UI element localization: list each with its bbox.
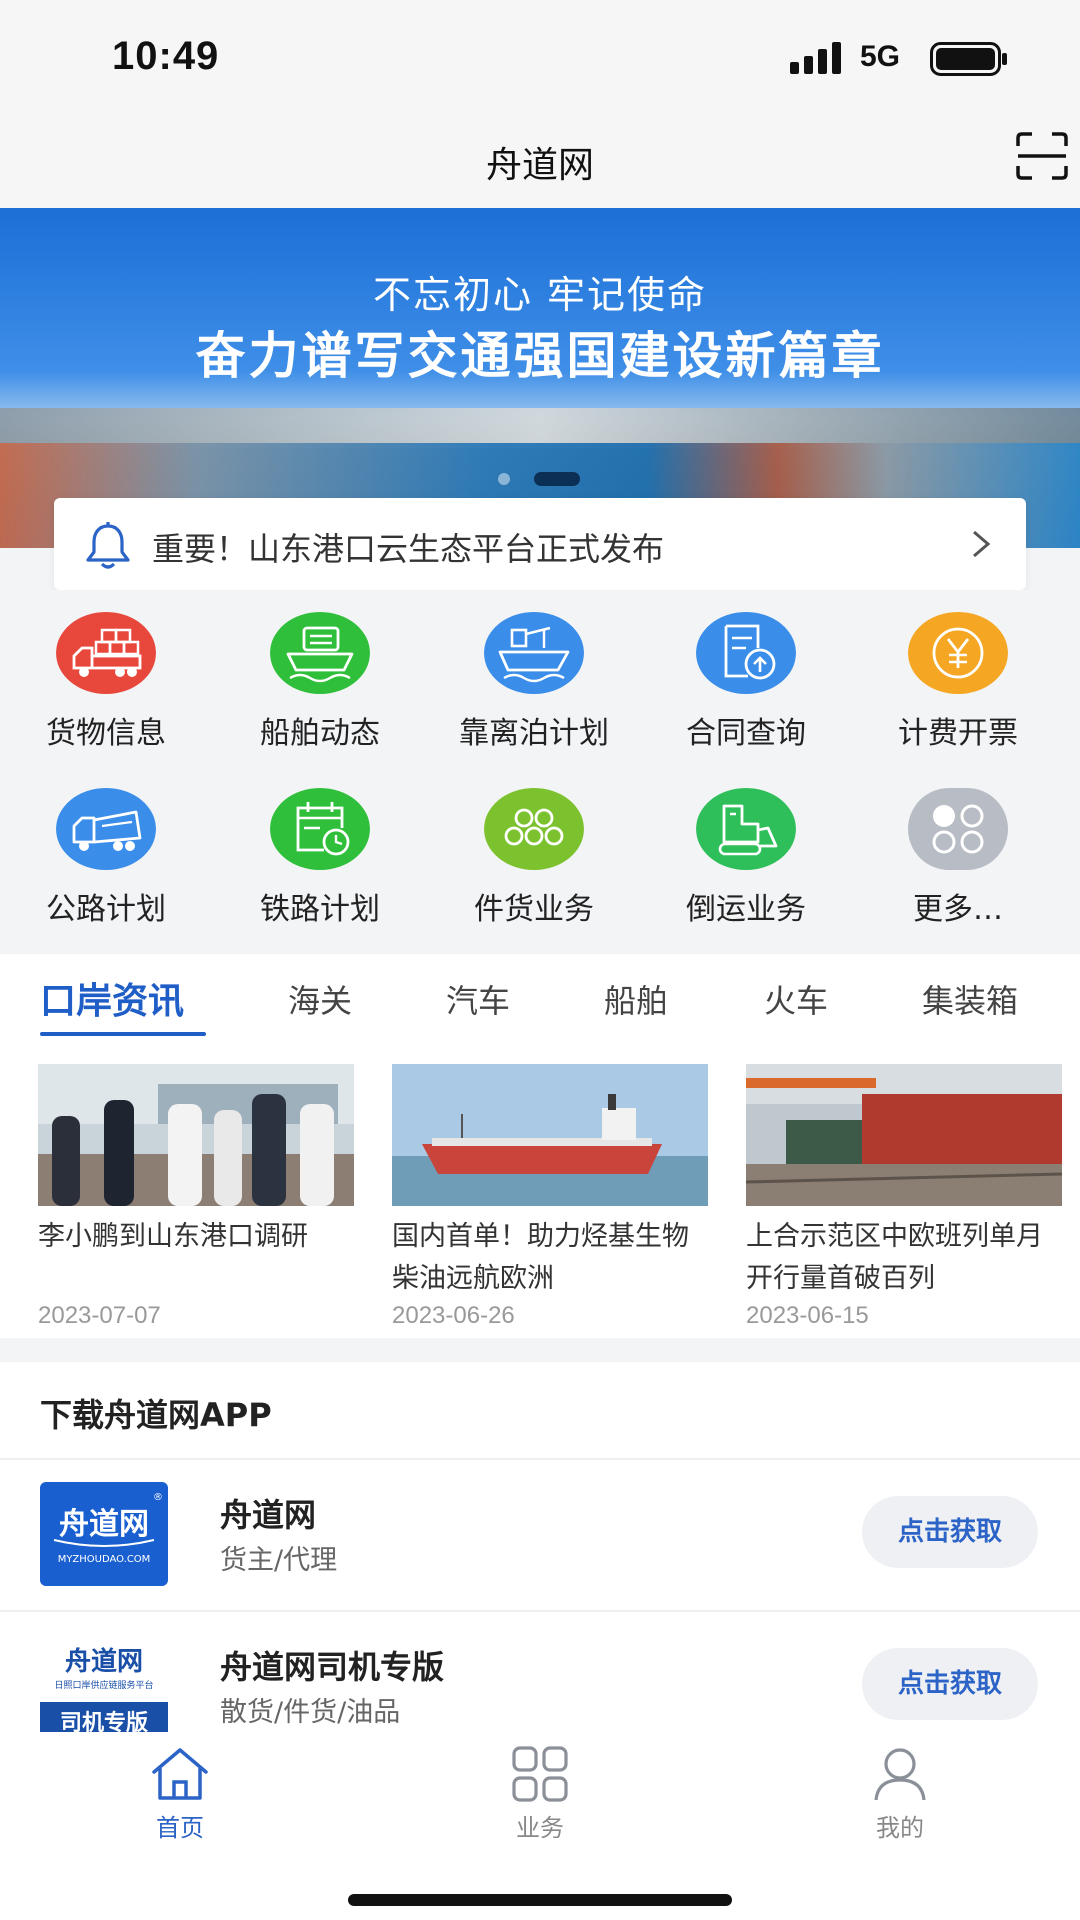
tab-label: 首页 [156,1814,204,1842]
service-grid: 货物信息 船舶动态 靠离泊计划 合同查询 计费开票 公路计划 铁路计划 件货业务… [0,590,1080,954]
service-label: 更多… [913,892,1003,927]
road-truck-icon [56,788,156,870]
app-name: 舟道网司机专版 [220,1648,445,1686]
pipes-icon [484,788,584,870]
news-date: 2023-06-26 [392,1302,515,1329]
service-label: 计费开票 [898,716,1018,751]
service-item-ship-status[interactable]: 船舶动态 [220,590,420,760]
service-item-billing[interactable]: 计费开票 [858,590,1058,760]
news-card[interactable]: 上合示范区中欧班列单月开行量首破百列 2023-06-15 [746,1064,1062,1334]
carousel-dot-active[interactable] [534,472,580,486]
banner-headline: 不忘初心 牢记使命 [372,273,708,317]
status-bar: 10:49 5G [0,0,1080,110]
carousel-dot[interactable] [498,473,510,485]
service-label: 合同查询 [686,716,806,751]
tab-label: 我的 [876,1814,924,1842]
service-item-contract-query[interactable]: 合同查询 [646,590,846,760]
battery-icon [930,42,1007,76]
tab-automobile[interactable]: 汽车 [446,976,510,1022]
news-title: 国内首单！助力烃基生物柴油远航欧洲 [392,1221,689,1294]
news-title: 李小鹏到山东港口调研 [38,1221,308,1252]
user-icon [874,1748,926,1801]
home-icon [152,1748,208,1800]
network-label: 5G [860,40,901,73]
service-label: 铁路计划 [260,892,380,927]
apps-grid-icon [512,1746,568,1802]
page-title: 舟道网 [485,145,594,186]
news-card[interactable]: 李小鹏到山东港口调研 2023-07-07 [38,1064,354,1334]
bottom-tab-bar: 首页 业务 我的 [0,1732,1080,1920]
bulldozer-icon [696,788,796,870]
get-app-button[interactable]: 点击获取 [862,1496,1038,1568]
home-indicator [348,1894,732,1906]
logo-subtext: MYZHOUDAO.COM [58,1554,151,1565]
service-item-more[interactable]: 更多… [858,766,1058,936]
service-item-rail-plan[interactable]: 铁路计划 [220,766,420,936]
zhoudao-app-logo: 舟道网 MYZHOUDAO.COM ® [40,1482,168,1586]
tab-train[interactable]: 火车 [764,976,828,1022]
chevron-right-icon [973,530,991,558]
carousel-dots [498,470,588,486]
bell-icon [86,522,130,569]
notice-bar[interactable]: 重要！山东港口云生态平台正式发布 [54,498,1026,590]
tab-label: 业务 [516,1814,564,1842]
download-title: 下载舟道网APP [40,1396,272,1434]
cargo-truck-icon [56,612,156,694]
get-app-button[interactable]: 点击获取 [862,1648,1038,1720]
ship-icon [270,612,370,694]
app-subtitle: 散货/件货/油品 [220,1697,401,1728]
service-label: 船舶动态 [260,716,380,751]
active-tab-indicator [40,1032,206,1036]
banner-subheadline: 奋力谱写交通强国建设新篇章 [195,327,885,385]
logo-text: 舟道网 [59,1507,149,1542]
tab-business[interactable]: 业务 [440,1746,640,1856]
signal-icon [790,42,841,74]
contract-icon [696,612,796,694]
tab-home[interactable]: 首页 [80,1746,280,1856]
status-time: 10:49 [112,34,220,78]
service-item-piece-cargo[interactable]: 件货业务 [434,766,634,936]
zhoudao-driver-app-logo: 舟道网 日照口岸供应链服务平台 司机专版 [40,1634,168,1738]
service-label: 倒运业务 [686,892,806,927]
scan-icon[interactable] [1016,132,1068,180]
service-item-cargo-info[interactable]: 货物信息 [6,590,206,760]
app-name: 舟道网 [220,1496,317,1534]
svg-text:®: ® [153,1492,163,1503]
service-item-road-plan[interactable]: 公路计划 [6,766,206,936]
banner-carousel[interactable]: 不忘初心 牢记使命 奋力谱写交通强国建设新篇章 [0,208,1080,548]
tab-customs[interactable]: 海关 [288,976,352,1022]
notice-text: 重要！山东港口云生态平台正式发布 [152,530,665,568]
logo-subtext: 日照口岸供应链服务平台 [54,1679,153,1691]
news-date: 2023-07-07 [38,1302,161,1329]
nav-bar: 舟道网 [0,110,1080,208]
news-date: 2023-06-15 [746,1302,869,1329]
service-label: 公路计划 [46,892,166,927]
tab-mine[interactable]: 我的 [800,1746,1000,1856]
service-label: 件货业务 [474,892,594,927]
service-label: 货物信息 [46,716,166,751]
service-item-transshipment[interactable]: 倒运业务 [646,766,846,936]
app-row: 舟道网 MYZHOUDAO.COM ® 舟道网 货主/代理 点击获取 [0,1460,1080,1610]
logo-text: 舟道网 [65,1646,143,1677]
service-label: 靠离泊计划 [459,716,609,751]
berth-ship-icon [484,612,584,694]
news-tabs: 口岸资讯 海关 汽车 船舶 火车 集装箱 [0,954,1080,1044]
tab-ship[interactable]: 船舶 [604,976,668,1022]
news-image-tanker [392,1064,708,1206]
service-item-berth-plan[interactable]: 靠离泊计划 [434,590,634,760]
app-subtitle: 货主/代理 [220,1545,338,1576]
news-section: 口岸资讯 海关 汽车 船舶 火车 集装箱 李小鹏到山东港口调研 2023-07-… [0,954,1080,1338]
news-image-train [746,1064,1062,1206]
yen-icon [908,612,1008,694]
download-section: 下载舟道网APP 舟道网 MYZHOUDAO.COM ® 舟道网 货主/代理 点… [0,1362,1080,1738]
more-grid-icon [908,788,1008,870]
tab-container[interactable]: 集装箱 [922,976,1018,1022]
news-title: 上合示范区中欧班列单月开行量首破百列 [746,1221,1043,1294]
news-image-visit [38,1064,354,1206]
banner-city-image [0,408,1080,448]
tab-port-news[interactable]: 口岸资讯 [40,972,184,1024]
calendar-clock-icon [270,788,370,870]
news-card[interactable]: 国内首单！助力烃基生物柴油远航欧洲 2023-06-26 [392,1064,708,1334]
